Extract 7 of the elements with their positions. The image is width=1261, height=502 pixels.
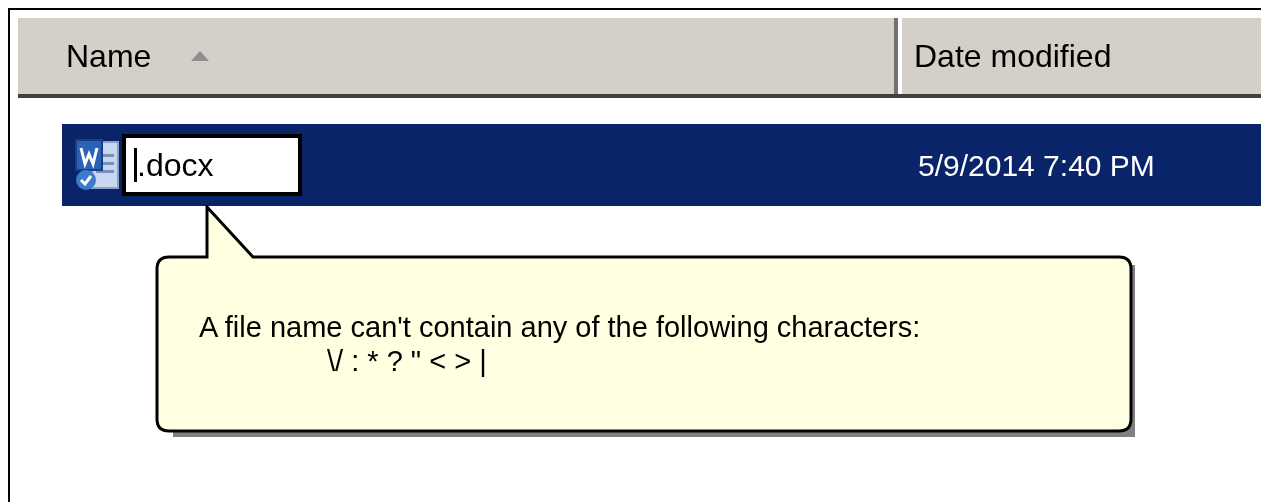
rename-field[interactable]: .docx	[122, 134, 302, 196]
tooltip-message: A file name can't contain any of the following characters:	[199, 310, 921, 344]
date-modified: 5/9/2014 7:40 PM	[917, 147, 1155, 184]
file-row[interactable]: .docx 5/9/2014 7:40 PM	[62, 124, 1261, 206]
column-header[interactable]: Name	[18, 18, 898, 94]
column-header[interactable]: Date modified	[898, 18, 1261, 94]
invalid-characters: \/ : * ? " < > |	[326, 344, 488, 378]
